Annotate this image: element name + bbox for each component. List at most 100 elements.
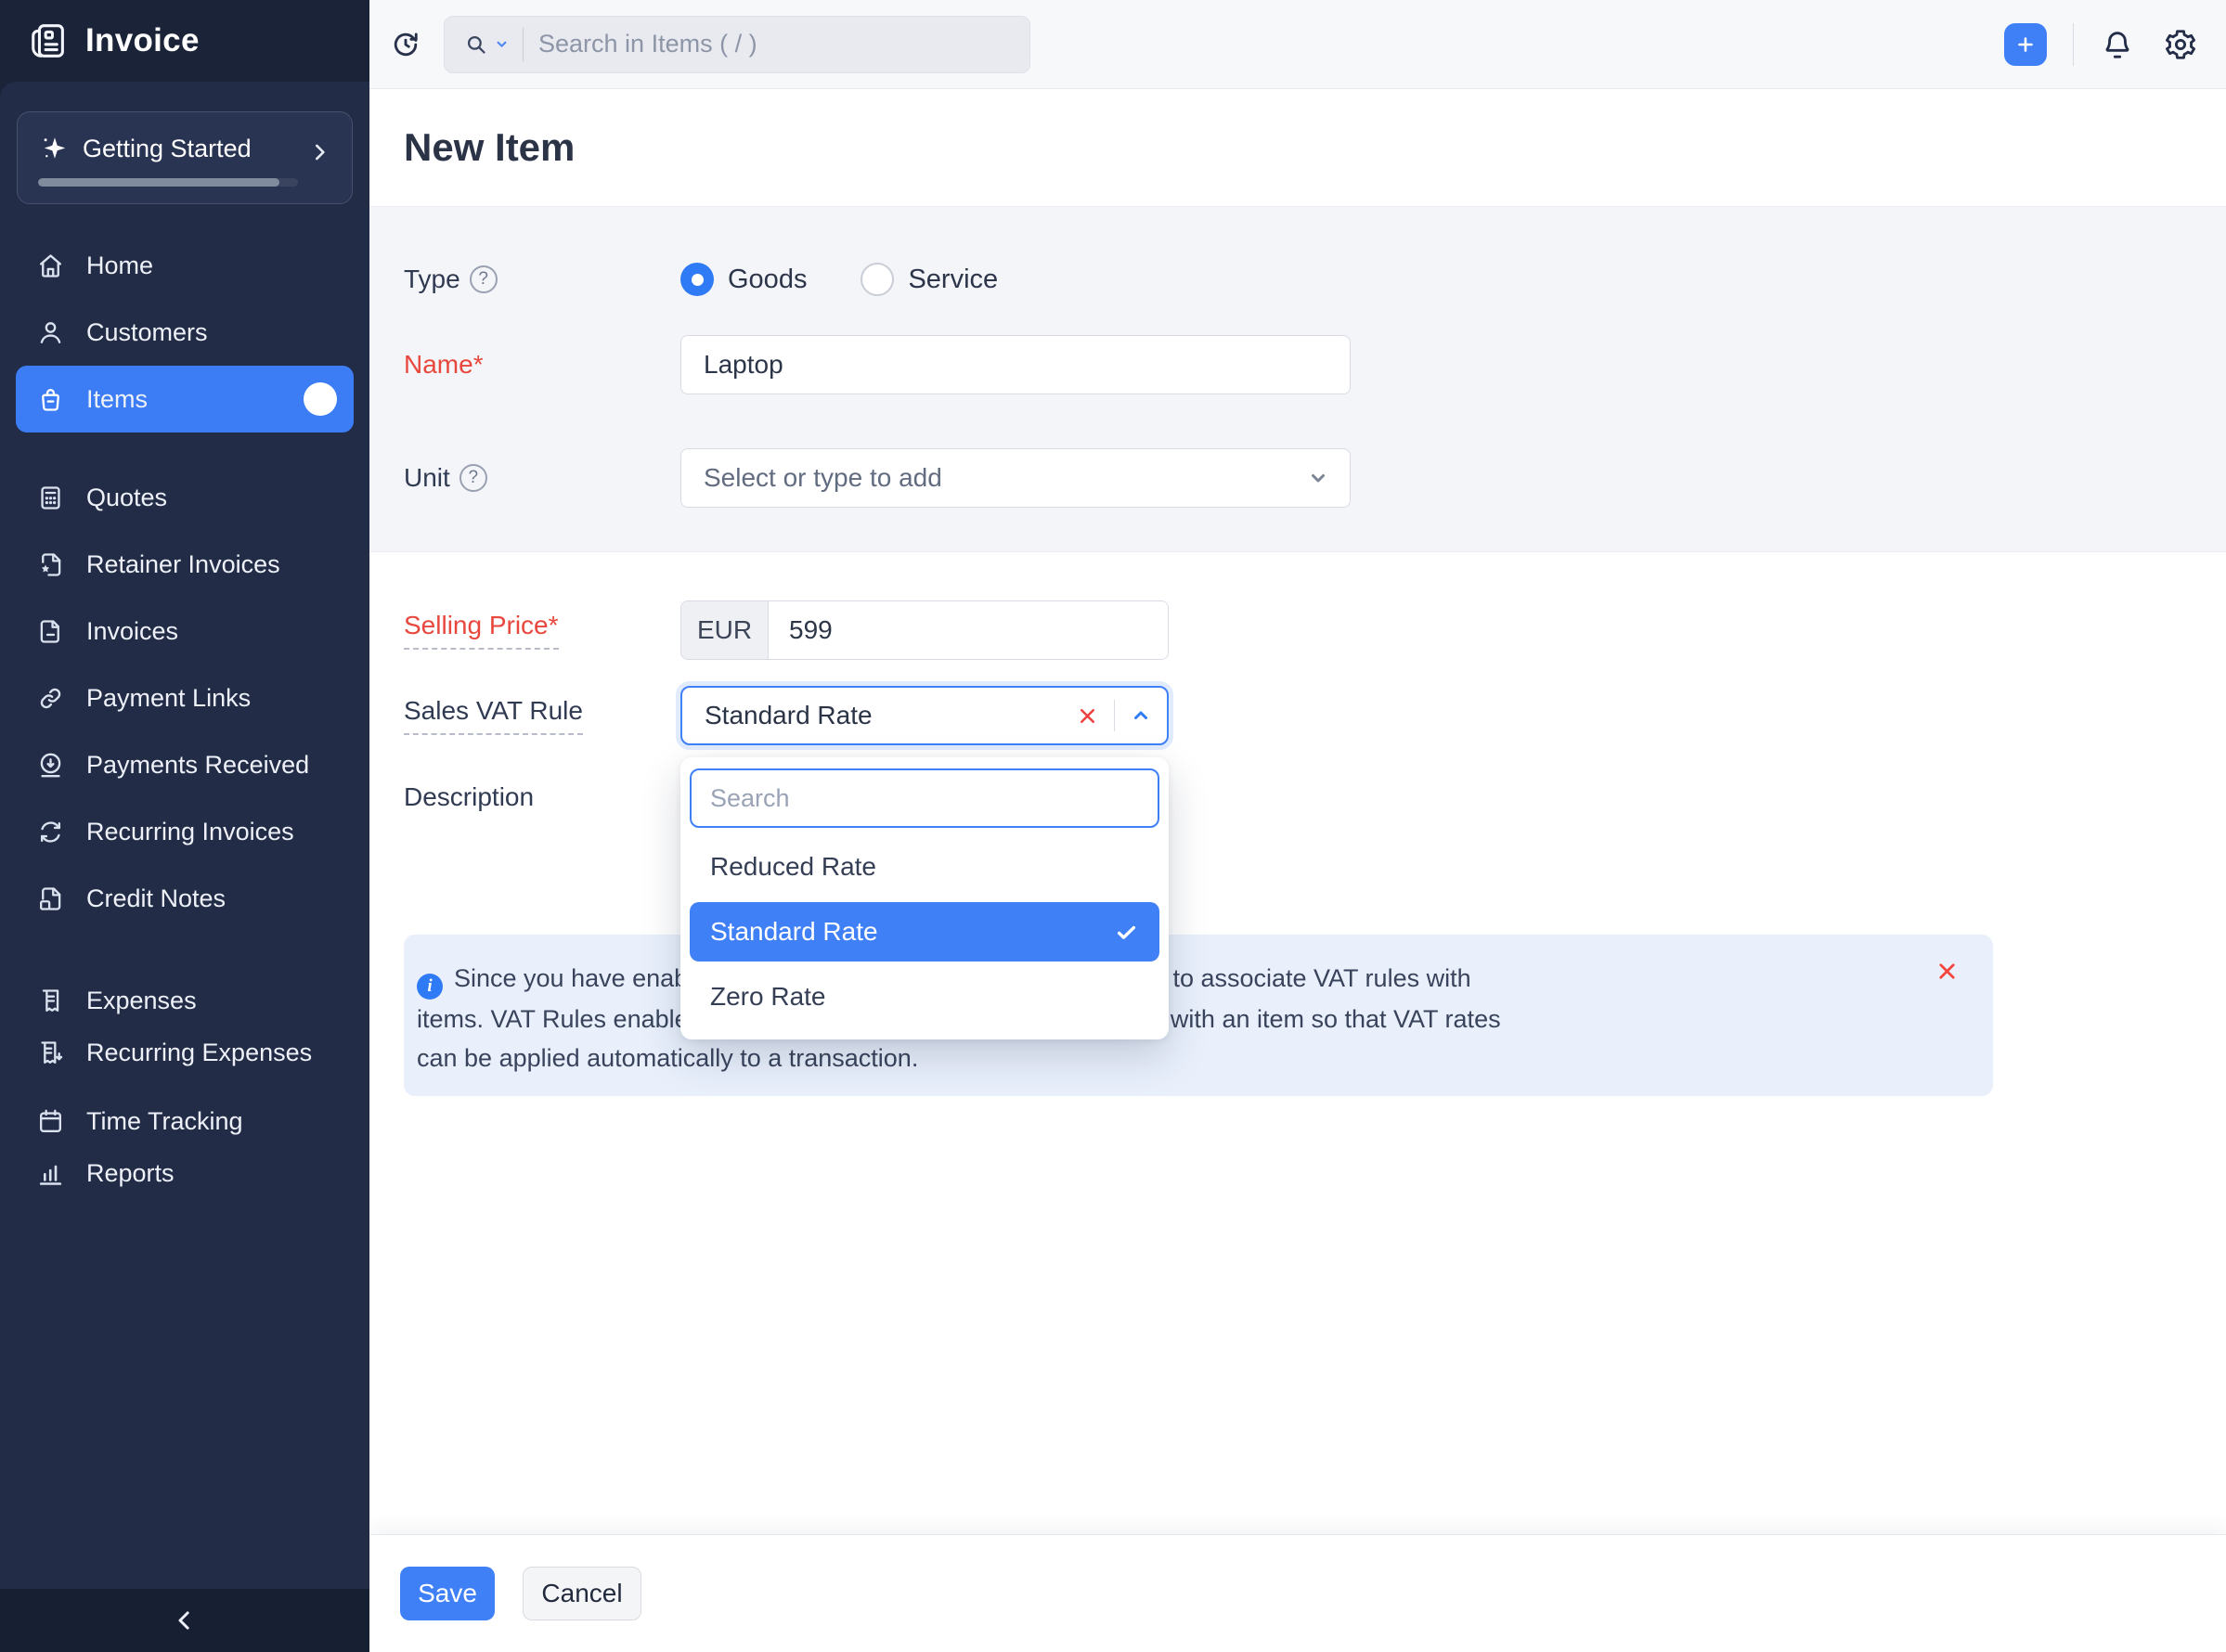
sidebar: Invoice Getting Started Home Customers I… <box>0 0 369 1652</box>
type-label: Type <box>404 265 680 294</box>
sidebar-item-customers[interactable]: Customers <box>0 299 369 366</box>
notifications-button[interactable] <box>2100 27 2135 62</box>
type-radio-group: Goods Service <box>680 263 998 296</box>
topbar-actions <box>2004 22 2204 66</box>
currency-prefix: EUR <box>681 601 769 659</box>
chevron-right-icon <box>307 140 331 164</box>
sidebar-item-quotes[interactable]: Quotes <box>0 464 369 531</box>
sidebar-item-items[interactable]: Items <box>16 366 354 432</box>
refresh-button[interactable] <box>384 23 427 66</box>
reports-icon <box>35 1158 66 1189</box>
sidebar-item-invoices[interactable]: Invoices <box>0 598 369 665</box>
sidebar-item-expenses[interactable]: Expenses <box>0 974 369 1026</box>
add-item-quick-button[interactable] <box>304 382 337 416</box>
credit-notes-icon <box>35 884 66 914</box>
unit-select[interactable]: Select or type to add <box>680 448 1351 508</box>
sidebar-item-time-tracking[interactable]: Time Tracking <box>0 1095 369 1147</box>
topbar-divider <box>2073 22 2074 66</box>
unit-label: Unit <box>404 463 680 493</box>
home-icon <box>35 251 66 281</box>
item-basic-section: Type Goods Service Name* <box>369 206 2226 552</box>
global-search[interactable] <box>444 15 1030 73</box>
recurring-expenses-icon <box>35 1038 66 1068</box>
search-scope-chevron-icon[interactable] <box>494 36 510 52</box>
info-icon <box>417 974 443 1000</box>
description-label: Description <box>404 782 535 811</box>
quick-create-button[interactable] <box>2004 22 2047 66</box>
dropdown-search-input[interactable] <box>690 768 1159 828</box>
time-tracking-icon <box>35 1106 66 1137</box>
retainer-invoices-icon <box>35 549 66 580</box>
getting-started-card[interactable]: Getting Started <box>17 111 353 204</box>
getting-started-label: Getting Started <box>83 135 252 162</box>
name-field[interactable] <box>680 335 1351 394</box>
sidebar-item-recurring-expenses[interactable]: Recurring Expenses <box>0 1026 369 1078</box>
chevron-down-icon <box>1307 467 1329 489</box>
getting-started-progress <box>38 178 298 187</box>
customers-icon <box>35 317 66 348</box>
selling-price-label: Selling Price* <box>404 611 680 650</box>
invoices-icon <box>35 616 66 647</box>
sidebar-item-recurring-invoices[interactable]: Recurring Invoices <box>0 798 369 865</box>
type-option-goods[interactable]: Goods <box>680 263 807 296</box>
app-logo[interactable]: Invoice <box>0 0 369 82</box>
payments-received-icon <box>35 750 66 781</box>
check-icon <box>1114 920 1139 945</box>
sparkle-icon <box>38 133 71 166</box>
clear-selection-icon[interactable] <box>1076 704 1099 728</box>
vat-option-zero-rate[interactable]: Zero Rate <box>690 967 1159 1026</box>
page-title: New Item <box>404 125 576 169</box>
sales-vat-rule-select[interactable]: Standard Rate <box>680 686 1169 745</box>
type-option-service[interactable]: Service <box>861 263 998 296</box>
banner-close-button[interactable] <box>1935 959 1960 984</box>
banner-line-3: can be applied automatically to a transa… <box>417 1044 919 1072</box>
payment-links-icon <box>35 683 66 714</box>
sidebar-item-payments-received[interactable]: Payments Received <box>0 731 369 798</box>
app-name: Invoice <box>85 22 200 58</box>
selling-price-field[interactable] <box>769 601 1168 659</box>
cancel-button[interactable]: Cancel <box>523 1567 641 1620</box>
search-input[interactable] <box>538 30 1011 58</box>
progress-fill <box>38 178 280 187</box>
save-button[interactable]: Save <box>400 1567 495 1620</box>
sidebar-item-credit-notes[interactable]: Credit Notes <box>0 865 369 932</box>
chevron-left-icon <box>171 1607 199 1634</box>
plus-icon <box>305 390 336 408</box>
vat-option-reduced-rate[interactable]: Reduced Rate <box>690 837 1159 897</box>
quotes-icon <box>35 483 66 513</box>
form-action-bar: Save Cancel <box>369 1534 2226 1652</box>
radio-unselected-icon[interactable] <box>861 263 895 296</box>
unit-help-icon[interactable] <box>459 464 487 492</box>
search-divider <box>523 27 524 61</box>
recurring-invoices-icon <box>35 817 66 847</box>
search-icon <box>463 32 488 57</box>
expenses-icon <box>35 986 66 1016</box>
name-label: Name* <box>404 350 484 379</box>
vat-info-banner: Since you have enabled VAT for your orga… <box>404 935 1993 1096</box>
refresh-clock-icon <box>389 28 422 61</box>
sales-vat-rule-label: Sales VAT Rule <box>404 696 680 735</box>
selling-price-group: EUR <box>680 600 1169 660</box>
sidebar-body: Getting Started Home Customers Items Quo… <box>0 82 369 1589</box>
gear-icon <box>2163 27 2198 62</box>
sidebar-item-reports[interactable]: Reports <box>0 1147 369 1199</box>
vat-rule-value: Standard Rate <box>705 701 873 729</box>
settings-button[interactable] <box>2163 27 2198 62</box>
chevron-up-icon[interactable] <box>1130 704 1152 727</box>
page-header: New Item <box>369 89 2226 206</box>
radio-selected-icon[interactable] <box>680 263 714 296</box>
type-help-icon[interactable] <box>469 265 498 293</box>
topbar <box>369 0 2226 89</box>
unit-placeholder: Select or type to add <box>704 463 942 492</box>
invoice-logo-icon <box>28 19 71 62</box>
select-divider <box>1114 700 1115 731</box>
close-icon <box>1935 959 1960 984</box>
sidebar-item-home[interactable]: Home <box>0 232 369 299</box>
sidebar-item-payment-links[interactable]: Payment Links <box>0 665 369 731</box>
vat-option-standard-rate[interactable]: Standard Rate <box>690 902 1159 962</box>
sidebar-item-retainer-invoices[interactable]: Retainer Invoices <box>0 531 369 598</box>
sidebar-collapse-button[interactable] <box>0 1589 369 1652</box>
plus-icon <box>2014 33 2037 56</box>
items-bag-icon <box>35 384 66 415</box>
item-pricing-section: Selling Price* EUR Sales VAT Rule Standa… <box>369 552 2226 1096</box>
